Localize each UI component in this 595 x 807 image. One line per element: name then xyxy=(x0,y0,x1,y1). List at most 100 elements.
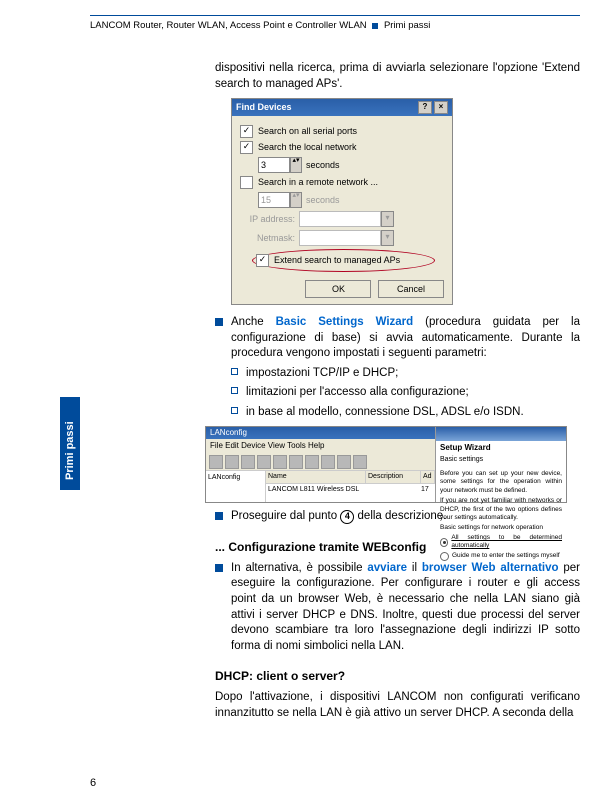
text: Setup Wizard xyxy=(440,443,491,452)
dialog-titlebar: Find Devices ? × xyxy=(232,99,452,116)
link-avviare[interactable]: avviare xyxy=(367,562,407,574)
setup-wizard-panel: Setup Wizard Basic settings Before you c… xyxy=(436,427,566,502)
wizard-text-2: If you are not yet familiar with network… xyxy=(440,497,562,522)
find-devices-dialog: Find Devices ? × ✓ Search on all serial … xyxy=(231,98,453,305)
tree-panel[interactable]: LANconfig xyxy=(206,471,266,502)
heading-dhcp: DHCP: client o server? xyxy=(215,668,580,684)
square-open-icon xyxy=(231,368,238,375)
dhcp-para: Dopo l'attivazione, i dispositivi LANCOM… xyxy=(215,690,580,721)
cancel-button[interactable]: Cancel xyxy=(378,280,444,298)
text: impostazioni TCP/IP e DHCP; xyxy=(246,366,398,382)
checkbox-extend[interactable]: ✓ Extend search to managed APs xyxy=(256,254,431,267)
checkbox-icon: ✓ xyxy=(240,125,253,138)
cell-name: LANCOM L811 Wireless DSL xyxy=(266,484,365,495)
label: Search on all serial ports xyxy=(258,125,357,137)
dropdown-icon: ▾ xyxy=(381,211,394,227)
ip-field xyxy=(299,211,381,227)
lanconfig-screenshot: LANconfig File Edit Device View Tools He… xyxy=(205,426,567,503)
bullet-text: Anche Basic Settings Wizard (procedura g… xyxy=(231,315,580,362)
page-number: 6 xyxy=(90,777,96,789)
square-bullet-icon xyxy=(215,318,223,326)
text: in base al modello, connessione DSL, ADS… xyxy=(246,405,524,421)
header-line xyxy=(90,15,580,16)
cell-ad: 17 xyxy=(419,484,435,495)
square-open-icon xyxy=(231,407,238,414)
radio-icon xyxy=(440,552,449,561)
list-panel: Name Description Ad LANCOM L811 Wireless… xyxy=(266,471,435,502)
sub-bullet-1: impostazioni TCP/IP e DHCP; xyxy=(231,366,580,382)
wizard-radio-2[interactable]: Guide me to enter the settings myself xyxy=(440,552,562,561)
bullet-webconfig: In alternativa, è possibile avviare il b… xyxy=(215,561,580,654)
text: della descrizione. xyxy=(358,510,447,522)
list-row[interactable]: LANCOM L811 Wireless DSL 17 xyxy=(266,484,435,495)
lanconfig-toolbar[interactable] xyxy=(206,454,435,471)
square-icon xyxy=(372,23,378,29)
title: LANconfig xyxy=(210,428,247,439)
text: In alternativa, è possibile avviare il b… xyxy=(231,561,580,654)
header-left: LANCOM Router, Router WLAN, Access Point… xyxy=(90,20,367,31)
toolbar-icon[interactable] xyxy=(353,455,367,469)
text: il xyxy=(407,562,422,574)
lanconfig-menubar[interactable]: File Edit Device View Tools Help xyxy=(206,439,435,454)
circled-number-icon: 4 xyxy=(340,510,354,524)
dialog-title: Find Devices xyxy=(236,101,292,113)
intro-para: dispositivi nella ricerca, prima di avvi… xyxy=(215,61,580,92)
toolbar-icon[interactable] xyxy=(305,455,319,469)
toolbar-icon[interactable] xyxy=(225,455,239,469)
wizard-text-3: Basic settings for network operation xyxy=(440,524,562,532)
link-browser-web[interactable]: browser Web alternativo xyxy=(422,562,559,574)
checkbox-icon: ✓ xyxy=(240,141,253,154)
label: Guide me to enter the settings myself xyxy=(452,552,560,560)
link-basic-wizard[interactable]: Basic Settings Wizard xyxy=(276,316,414,328)
mask-label: Netmask: xyxy=(240,232,295,244)
text: Proseguire dal punto xyxy=(231,510,340,522)
header-bar: LANCOM Router, Router WLAN, Access Point… xyxy=(90,20,580,31)
cell-desc xyxy=(365,484,419,495)
spinner-icon[interactable]: ▴▾ xyxy=(290,157,302,173)
wizard-title: Setup Wizard Basic settings xyxy=(436,441,566,467)
square-bullet-icon xyxy=(215,564,223,572)
seconds-label: seconds xyxy=(306,159,340,171)
list-header: Name Description Ad xyxy=(266,471,435,483)
toolbar-icon[interactable] xyxy=(273,455,287,469)
toolbar-icon[interactable] xyxy=(321,455,335,469)
wizard-banner xyxy=(436,427,566,441)
toolbar-icon[interactable] xyxy=(289,455,303,469)
toolbar-icon[interactable] xyxy=(257,455,271,469)
ok-button[interactable]: OK xyxy=(305,280,371,298)
close-icon[interactable]: × xyxy=(434,101,448,114)
toolbar-icon[interactable] xyxy=(241,455,255,469)
sub-bullet-3: in base al modello, connessione DSL, ADS… xyxy=(231,405,580,421)
seconds-input[interactable]: 3 xyxy=(258,157,290,173)
mask-row: Netmask: ▾ xyxy=(240,230,444,246)
title-controls: ? × xyxy=(418,101,448,114)
wizard-radio-1[interactable]: All settings to be determined automatica… xyxy=(440,534,562,551)
tree-root[interactable]: LANconfig xyxy=(208,473,263,482)
toolbar-icon[interactable] xyxy=(209,455,223,469)
lanconfig-titlebar: LANconfig xyxy=(206,427,435,439)
help-icon[interactable]: ? xyxy=(418,101,432,114)
toolbar-icon[interactable] xyxy=(337,455,351,469)
checkbox-serial[interactable]: ✓ Search on all serial ports xyxy=(240,125,444,138)
text: per eseguire la configurazione. Per conf… xyxy=(231,562,580,652)
checkbox-remote[interactable]: Search in a remote network ... xyxy=(240,176,444,189)
seconds-row: 3 ▴▾ seconds xyxy=(258,157,444,173)
dialog-body: ✓ Search on all serial ports ✓ Search th… xyxy=(232,116,452,304)
label: Extend search to managed APs xyxy=(274,254,400,266)
seconds-input-2: 15 xyxy=(258,192,290,208)
sub-bullet-2: limitazioni per l'accesso alla configura… xyxy=(231,385,580,401)
text: In alternativa, è possibile xyxy=(231,562,367,574)
label: All settings to be determined automatica… xyxy=(451,534,562,551)
side-tab: Primi passi xyxy=(60,397,80,490)
col-ad[interactable]: Ad xyxy=(421,471,435,482)
text: limitazioni per l'accesso alla configura… xyxy=(246,385,469,401)
text: Anche xyxy=(231,316,276,328)
highlight-circle: ✓ Extend search to managed APs xyxy=(252,249,435,272)
sub-bullets: impostazioni TCP/IP e DHCP; limitazioni … xyxy=(231,366,580,421)
text: Proseguire dal punto 4 della descrizione… xyxy=(231,509,446,525)
col-name[interactable]: Name xyxy=(266,471,366,482)
lanconfig-main-window: LANconfig File Edit Device View Tools He… xyxy=(206,427,436,502)
col-desc[interactable]: Description xyxy=(366,471,421,482)
checkbox-local[interactable]: ✓ Search the local network xyxy=(240,141,444,154)
dialog-buttons: OK Cancel xyxy=(240,280,444,298)
